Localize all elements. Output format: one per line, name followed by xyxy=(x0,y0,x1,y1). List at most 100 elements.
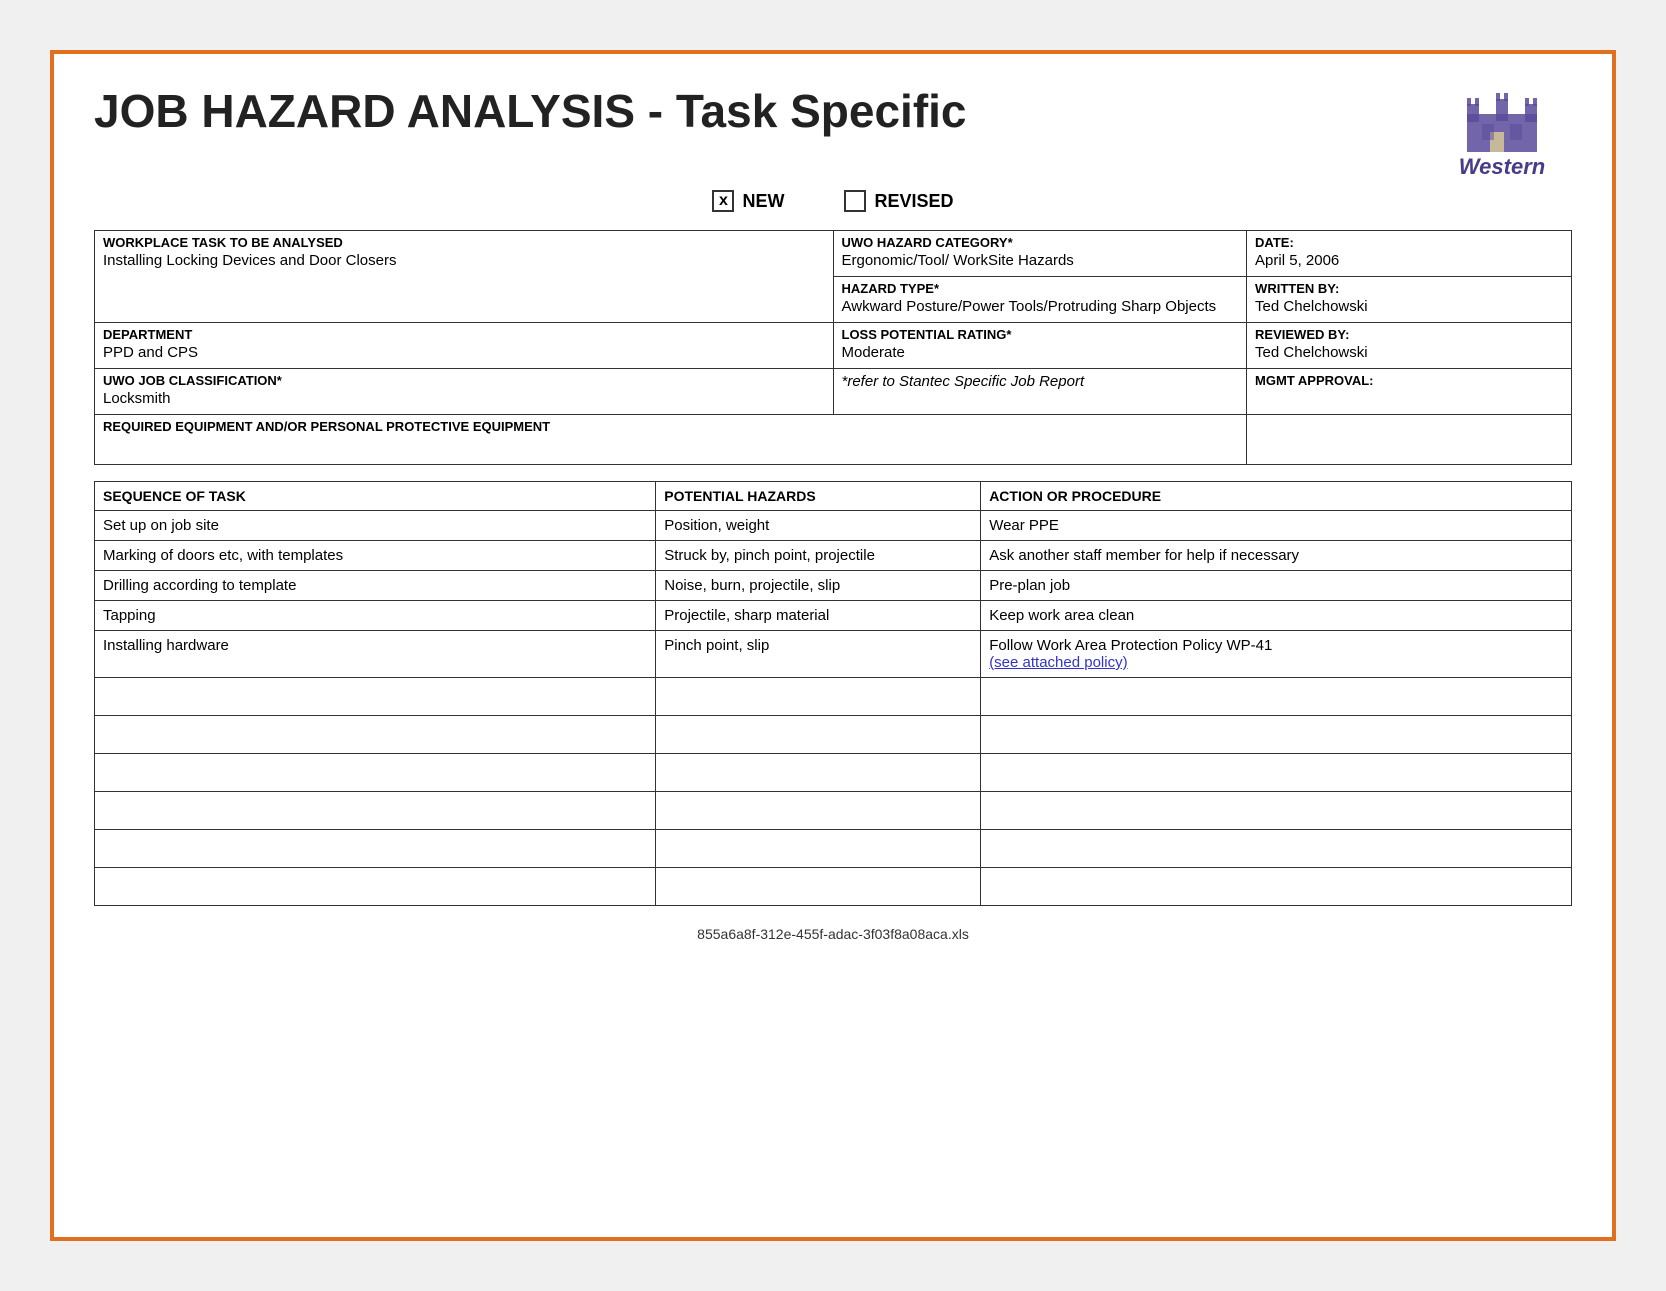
table-row xyxy=(95,754,1572,792)
table-cell-seq xyxy=(95,716,656,754)
table-cell-seq xyxy=(95,678,656,716)
workplace-task-value: Installing Locking Devices and Door Clos… xyxy=(103,252,825,272)
table-cell-seq: Set up on job site xyxy=(95,511,656,541)
revised-checkbox xyxy=(844,190,866,212)
table-cell-act xyxy=(981,792,1572,830)
new-label: NEW xyxy=(742,191,784,212)
castle-logo-icon xyxy=(1462,84,1542,154)
table-cell-act xyxy=(981,868,1572,906)
mgmt-approval-label: MGMT APPROVAL: xyxy=(1255,373,1563,388)
workplace-task-cell: WORKPLACE TASK TO BE ANALYSED Installing… xyxy=(95,231,834,323)
loss-potential-value: Moderate xyxy=(842,344,1239,364)
status-row: x NEW REVISED xyxy=(94,190,1572,212)
table-cell-haz: Pinch point, slip xyxy=(656,631,981,678)
table-row: TappingProjectile, sharp materialKeep wo… xyxy=(95,601,1572,631)
table-row: Marking of doors etc, with templatesStru… xyxy=(95,541,1572,571)
table-cell-seq xyxy=(95,868,656,906)
table-cell-act xyxy=(981,678,1572,716)
table-cell-act xyxy=(981,754,1572,792)
required-equip-label: REQUIRED EQUIPMENT AND/OR PERSONAL PROTE… xyxy=(103,419,1238,434)
table-cell-act: Keep work area clean xyxy=(981,601,1572,631)
info-row-1: WORKPLACE TASK TO BE ANALYSED Installing… xyxy=(95,231,1572,277)
table-cell-act: Ask another staff member for help if nec… xyxy=(981,541,1572,571)
table-row: Drilling according to templateNoise, bur… xyxy=(95,571,1572,601)
table-cell-haz xyxy=(656,868,981,906)
col-header-haz: POTENTIAL HAZARDS xyxy=(656,482,981,511)
page-title: JOB HAZARD ANALYSIS - Task Specific xyxy=(94,84,1432,138)
table-cell-haz: Position, weight xyxy=(656,511,981,541)
table-cell-seq: Marking of doors etc, with templates xyxy=(95,541,656,571)
uwo-job-value: Locksmith xyxy=(103,390,825,410)
required-equip-value xyxy=(103,436,1238,456)
table-row xyxy=(95,792,1572,830)
info-row-5: REQUIRED EQUIPMENT AND/OR PERSONAL PROTE… xyxy=(95,415,1572,465)
info-row-3: DEPARTMENT PPD and CPS LOSS POTENTIAL RA… xyxy=(95,323,1572,369)
table-cell-seq xyxy=(95,792,656,830)
col-header-act: ACTION OR PROCEDURE xyxy=(981,482,1572,511)
logo-area: Western xyxy=(1432,84,1572,180)
table-cell-seq: Drilling according to template xyxy=(95,571,656,601)
reviewed-by-cell: REVIEWED BY: Ted Chelchowski xyxy=(1247,323,1572,369)
department-value: PPD and CPS xyxy=(103,344,825,364)
policy-link[interactable]: (see attached policy) xyxy=(989,654,1127,671)
table-cell-seq: Tapping xyxy=(95,601,656,631)
refer-value: *refer to Stantec Specific Job Report xyxy=(842,373,1239,393)
main-table: SEQUENCE OF TASK POTENTIAL HAZARDS ACTIO… xyxy=(94,481,1572,906)
table-cell-haz: Noise, burn, projectile, slip xyxy=(656,571,981,601)
revised-label: REVISED xyxy=(874,191,953,212)
footer-text: 855a6a8f-312e-455f-adac-3f03f8a08aca.xls xyxy=(94,926,1572,942)
new-status: x NEW xyxy=(712,190,784,212)
table-cell-act xyxy=(981,716,1572,754)
loss-potential-label: LOSS POTENTIAL RATING* xyxy=(842,327,1239,342)
table-cell-haz: Struck by, pinch point, projectile xyxy=(656,541,981,571)
uwo-job-cell: UWO JOB CLASSIFICATION* Locksmith xyxy=(95,369,834,415)
col-header-seq: SEQUENCE OF TASK xyxy=(95,482,656,511)
department-label: DEPARTMENT xyxy=(103,327,825,342)
header-section: JOB HAZARD ANALYSIS - Task Specific West… xyxy=(94,84,1572,180)
uwo-hazard-label: UWO HAZARD CATEGORY* xyxy=(842,235,1239,250)
written-by-label: WRITTEN BY: xyxy=(1255,281,1563,296)
table-row xyxy=(95,678,1572,716)
info-row-4: UWO JOB CLASSIFICATION* Locksmith *refer… xyxy=(95,369,1572,415)
revised-status: REVISED xyxy=(844,190,953,212)
table-row xyxy=(95,868,1572,906)
workplace-task-label: WORKPLACE TASK TO BE ANALYSED xyxy=(103,235,825,250)
hazard-type-cell: HAZARD TYPE* Awkward Posture/Power Tools… xyxy=(833,277,1247,323)
uwo-hazard-cell: UWO HAZARD CATEGORY* Ergonomic/Tool/ Wor… xyxy=(833,231,1247,277)
refer-cell: *refer to Stantec Specific Job Report xyxy=(833,369,1247,415)
table-cell-haz xyxy=(656,716,981,754)
uwo-hazard-value: Ergonomic/Tool/ WorkSite Hazards xyxy=(842,252,1239,272)
table-cell-haz xyxy=(656,678,981,716)
table-cell-seq xyxy=(95,830,656,868)
date-value: April 5, 2006 xyxy=(1255,252,1563,272)
written-by-value: Ted Chelchowski xyxy=(1255,298,1563,318)
required-equip-cell: REQUIRED EQUIPMENT AND/OR PERSONAL PROTE… xyxy=(95,415,1247,465)
mgmt-approval-space-cell xyxy=(1247,415,1572,465)
table-cell-seq xyxy=(95,754,656,792)
mgmt-approval-value xyxy=(1255,390,1563,410)
written-by-cell: WRITTEN BY: Ted Chelchowski xyxy=(1247,277,1572,323)
reviewed-by-value: Ted Chelchowski xyxy=(1255,344,1563,364)
info-table: WORKPLACE TASK TO BE ANALYSED Installing… xyxy=(94,230,1572,465)
reviewed-by-label: REVIEWED BY: xyxy=(1255,327,1563,342)
table-cell-haz xyxy=(656,754,981,792)
date-label: DATE: xyxy=(1255,235,1563,250)
table-header-row: SEQUENCE OF TASK POTENTIAL HAZARDS ACTIO… xyxy=(95,482,1572,511)
table-cell-haz: Projectile, sharp material xyxy=(656,601,981,631)
new-checkbox: x xyxy=(712,190,734,212)
table-cell-act: Wear PPE xyxy=(981,511,1572,541)
hazard-type-value: Awkward Posture/Power Tools/Protruding S… xyxy=(842,298,1239,318)
hazard-type-label: HAZARD TYPE* xyxy=(842,281,1239,296)
table-cell-act: Follow Work Area Protection Policy WP-41… xyxy=(981,631,1572,678)
table-cell-haz xyxy=(656,830,981,868)
table-cell-act: Pre-plan job xyxy=(981,571,1572,601)
uwo-job-label: UWO JOB CLASSIFICATION* xyxy=(103,373,825,388)
mgmt-approval-cell: MGMT APPROVAL: xyxy=(1247,369,1572,415)
logo-text: Western xyxy=(1459,154,1545,180)
table-row xyxy=(95,716,1572,754)
page-wrapper: JOB HAZARD ANALYSIS - Task Specific West… xyxy=(50,50,1616,1241)
table-cell-haz xyxy=(656,792,981,830)
table-cell-seq: Installing hardware xyxy=(95,631,656,678)
table-row xyxy=(95,830,1572,868)
date-cell: DATE: April 5, 2006 xyxy=(1247,231,1572,277)
